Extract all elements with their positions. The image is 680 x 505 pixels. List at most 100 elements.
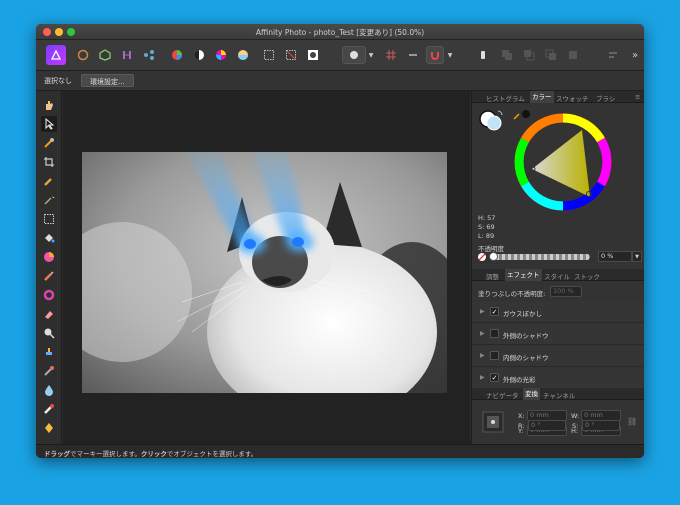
expand-arrow-icon[interactable]: ▶ [480,308,485,315]
export-persona-icon[interactable] [140,46,158,64]
canvas-area[interactable] [63,91,470,444]
tab-stock[interactable]: ストック [574,271,600,281]
tab-color[interactable]: カラー [530,91,554,103]
pen-arrange-icon[interactable] [474,46,492,64]
anchor-point-icon[interactable] [482,411,504,433]
tab-channels[interactable]: チャンネル [543,390,575,400]
move-tool-icon[interactable] [41,116,57,132]
liquify-persona-icon[interactable] [74,46,92,64]
boolean-xor-icon[interactable] [564,46,582,64]
color-replacement-tool-icon[interactable] [41,287,57,303]
develop-persona-icon[interactable] [96,46,114,64]
tab-brushes[interactable]: ブラシ [596,93,615,103]
marquee-selection-icon[interactable] [260,46,278,64]
tab-navigator[interactable]: ナビゲータ [486,390,519,400]
tab-histogram[interactable]: ヒストグラム [486,93,525,103]
w-label: W: [571,412,580,420]
opacity-field[interactable]: 0 % [598,251,632,262]
effect-row[interactable]: ▶ ✓ 外側の光彩 [472,368,644,389]
expand-arrow-icon[interactable]: ▶ [480,374,485,381]
effect-label: 外側のシャドウ [503,332,549,340]
blur-brush-tool-icon[interactable] [41,382,57,398]
expand-arrow-icon[interactable]: ▶ [480,352,485,359]
effect-checkbox-checked[interactable]: ✓ [490,373,499,382]
assistant-button[interactable] [342,46,366,64]
effect-label: 内側のシャドウ [503,354,549,362]
tab-swatches[interactable]: スウォッチ [556,93,589,103]
preferences-button[interactable]: 環境設定... [81,74,134,87]
no-color-icon[interactable] [477,252,487,262]
flood-fill-tool-icon[interactable] [41,230,57,246]
context-toolbar: 選択なし 環境設定... [36,71,644,91]
contrast-icon[interactable] [190,46,208,64]
effect-row[interactable]: ▶ ✓ ガウスぼかし [472,302,644,323]
title-bar: Affinity Photo - photo_Test [変更あり] (50.0… [36,24,644,40]
status-click: クリック [140,450,167,458]
right-panels: ヒストグラム カラー スウォッチ ブラシ ≡ H: 57 S: 69 L: 89… [471,91,644,444]
tab-effects[interactable]: エフェクト [505,269,542,281]
erase-tool-icon[interactable] [41,306,57,322]
quick-mask-icon[interactable] [304,46,322,64]
paint-brush-tool-icon[interactable] [41,268,57,284]
effect-label: 外側の光彩 [503,376,536,384]
align-icon[interactable] [404,46,422,64]
red-eye-tool-icon[interactable] [41,401,57,417]
tab-adjustments[interactable]: 調整 [486,271,499,281]
color-picker-tool-icon[interactable] [41,135,57,151]
tab-transform[interactable]: 変換 [523,388,540,400]
boolean-subtract-icon[interactable] [520,46,538,64]
gradient-tool-icon[interactable] [41,249,57,265]
grid-snapping-icon[interactable] [382,46,400,64]
x-label: X: [518,412,525,420]
boolean-add-icon[interactable] [498,46,516,64]
effect-checkbox-checked[interactable]: ✓ [490,307,499,316]
fill-opacity-label: 塗りつぶしの不透明度: [478,290,546,298]
lock-aspect-icon[interactable]: ⛓ [627,417,637,426]
opacity-slider-handle[interactable] [489,252,498,261]
opacity-slider[interactable] [490,254,590,260]
panel-menu-icon[interactable]: ≡ [635,93,640,101]
status-drag: ドラッグ [44,450,70,458]
healing-brush-tool-icon[interactable] [41,363,57,379]
s-field[interactable]: 0 ° [582,420,620,431]
selection-brush-tool-icon[interactable] [41,173,57,189]
r-field[interactable]: 0 ° [528,420,566,431]
assistant-dropdown-icon[interactable]: ▼ [367,46,375,64]
snapping-magnet-icon[interactable] [426,46,444,64]
effect-checkbox[interactable] [490,351,499,360]
effect-row[interactable]: ▶ 内側のシャドウ [472,346,644,367]
align-objects-icon[interactable] [604,46,622,64]
saturation-value: S: 69 [478,223,495,231]
invert-selection-icon[interactable] [282,46,300,64]
levels-icon[interactable] [168,46,186,64]
expand-arrow-icon[interactable]: ▶ [480,330,485,337]
tab-styles[interactable]: スタイル [544,271,570,281]
rectangle-marquee-tool-icon[interactable] [41,211,57,227]
effect-checkbox[interactable] [490,329,499,338]
flood-select-tool-icon[interactable] [41,192,57,208]
boolean-intersect-icon[interactable] [542,46,560,64]
white-balance-icon[interactable] [234,46,252,64]
color-wheel[interactable] [514,113,612,211]
cat-photo[interactable] [82,152,447,393]
fill-opacity-field[interactable]: 100 % [550,286,582,297]
hand-tool-icon[interactable] [41,97,57,113]
dodge-tool-icon[interactable] [41,325,57,341]
crop-tool-icon[interactable] [41,154,57,170]
clone-tool-icon[interactable] [41,344,57,360]
tools-panel [36,91,62,444]
status-click-text: でオブジェクトを選択します。 [166,450,258,458]
s-label: S: [572,422,579,430]
effect-label: ガウスぼかし [503,310,542,318]
hsl-icon[interactable] [212,46,230,64]
toolbar-overflow-icon[interactable]: » [628,46,642,64]
opacity-dropdown-icon[interactable]: ▼ [632,251,642,262]
photo-persona-icon[interactable] [46,45,66,65]
effect-row[interactable]: ▶ 外側のシャドウ [472,324,644,345]
primary-secondary-color-icon[interactable] [478,107,508,133]
selection-status-label: 選択なし [44,77,72,85]
lightness-value: L: 89 [478,232,495,240]
pen-tool-icon[interactable] [41,420,57,436]
tone-mapping-persona-icon[interactable] [118,46,136,64]
snapping-dropdown-icon[interactable]: ▼ [446,46,454,64]
